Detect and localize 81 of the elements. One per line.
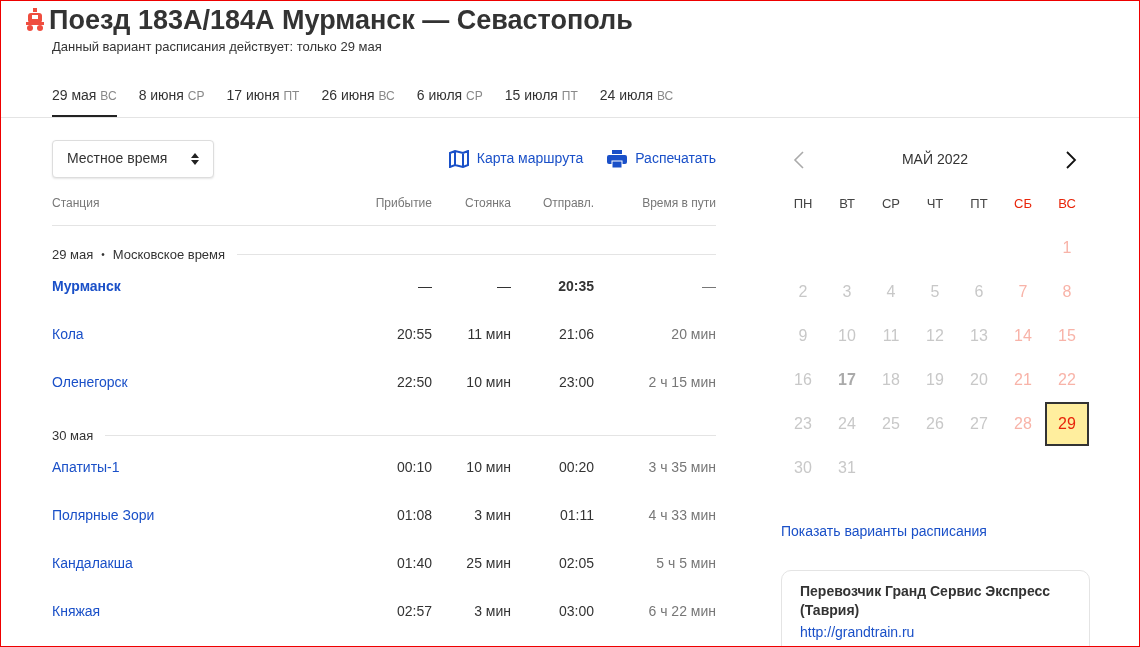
date-tab[interactable]: 17 июня ПТ bbox=[226, 84, 300, 117]
column-header: Станция bbox=[52, 195, 100, 210]
weekday-label: ЧТ bbox=[926, 194, 944, 213]
carrier-name: Перевозчик Гранд Сервис Экспресс (Таврия) bbox=[800, 581, 1052, 620]
calendar-day[interactable]: 17 bbox=[825, 357, 869, 402]
time-select[interactable]: Местное время bbox=[52, 139, 214, 178]
page-title: Поезд 183А/184А Мурманск — Севастополь bbox=[49, 4, 633, 37]
month-title: МАЙ 2022 bbox=[901, 149, 969, 169]
station-link[interactable]: Кандалакша bbox=[52, 555, 133, 571]
date-tab[interactable]: 26 июня ВС bbox=[321, 84, 395, 117]
calendar-day[interactable]: 22 bbox=[1045, 357, 1089, 402]
station-link[interactable]: Мурманск bbox=[52, 278, 121, 294]
weekday-label: ПН bbox=[793, 194, 813, 213]
travel-time: 2 ч 15 мин bbox=[648, 374, 716, 390]
station-link[interactable]: Кола bbox=[52, 326, 84, 342]
date-tab[interactable]: 15 июля ПТ bbox=[504, 84, 578, 117]
next-month-button[interactable] bbox=[1065, 149, 1077, 170]
arrival-time: 01:08 bbox=[396, 507, 432, 523]
travel-time: 3 ч 35 мин bbox=[648, 459, 716, 475]
stop-duration: 3 мин bbox=[474, 603, 511, 619]
column-header: Отправл. bbox=[542, 195, 594, 210]
travel-time: 5 ч 5 мин bbox=[656, 555, 716, 571]
weekday-label: ПТ bbox=[970, 194, 988, 213]
map-icon bbox=[448, 149, 469, 168]
separator-dot: • bbox=[101, 248, 105, 262]
date-tab[interactable]: 6 июля СР bbox=[416, 84, 483, 117]
column-header: Прибытие bbox=[375, 195, 432, 210]
arrival-time: 01:40 bbox=[396, 555, 432, 571]
weekday-label: СР bbox=[881, 194, 901, 213]
stop-duration: — bbox=[497, 278, 511, 294]
date-label: 30 мая bbox=[52, 426, 94, 445]
calendar-day[interactable]: 28 bbox=[1001, 401, 1045, 446]
route-map-link[interactable]: Карта маршрута bbox=[476, 148, 584, 169]
calendar-day[interactable]: 8 bbox=[1045, 269, 1089, 314]
stop-duration: 25 мин bbox=[466, 555, 511, 571]
stop-duration: 3 мин bbox=[474, 507, 511, 523]
date-tab[interactable]: 8 июня СР bbox=[138, 84, 205, 117]
print-link[interactable]: Распечатать bbox=[635, 148, 716, 169]
carrier-link[interactable]: http://grandtrain.ru bbox=[800, 623, 915, 640]
travel-time: 4 ч 33 мин bbox=[648, 507, 716, 523]
date-tab[interactable]: 24 июля ВС bbox=[599, 84, 674, 117]
weekday-label: СБ bbox=[1014, 194, 1032, 213]
arrival-time: 22:50 bbox=[396, 374, 432, 390]
date-tab[interactable]: 29 мая ВС bbox=[52, 84, 117, 117]
travel-time: — bbox=[702, 278, 716, 294]
calendar-day[interactable]: 15 bbox=[1045, 313, 1089, 358]
calendar-day[interactable]: 29 bbox=[1045, 401, 1089, 446]
arrival-time: 02:57 bbox=[396, 603, 432, 619]
station-link[interactable]: Полярные Зори bbox=[52, 507, 155, 523]
arrival-time: — bbox=[418, 278, 432, 294]
departure-time: 03:00 bbox=[558, 603, 594, 619]
station-link[interactable]: Княжая bbox=[52, 603, 101, 619]
stop-duration: 10 мин bbox=[466, 459, 511, 475]
weekday-label: ВС bbox=[1058, 194, 1076, 213]
schedule-variants-link[interactable]: Показать варианты расписания bbox=[781, 520, 987, 542]
calendar-day[interactable]: 1 bbox=[1045, 225, 1089, 270]
departure-time: 00:20 bbox=[558, 459, 594, 475]
station-link[interactable]: Оленегорск bbox=[52, 374, 128, 390]
arrival-time: 20:55 bbox=[396, 326, 432, 342]
column-header: Время в пути bbox=[642, 195, 716, 210]
departure-time: 20:35 bbox=[558, 278, 594, 294]
stop-duration: 11 мин bbox=[467, 326, 511, 342]
travel-time: 20 мин bbox=[671, 326, 716, 342]
date-label: 29 мая bbox=[52, 245, 94, 264]
station-link[interactable]: Апатиты-1 bbox=[52, 459, 120, 475]
calendar-day[interactable]: 21 bbox=[1001, 357, 1045, 402]
weekday-label: ВТ bbox=[839, 194, 855, 213]
stop-duration: 10 мин bbox=[466, 374, 511, 390]
timezone-label: Московское время bbox=[112, 245, 226, 264]
calendar-day[interactable]: 7 bbox=[1001, 269, 1045, 314]
departure-time: 23:00 bbox=[558, 374, 594, 390]
departure-time: 02:05 bbox=[558, 555, 594, 571]
printer-icon bbox=[607, 149, 628, 168]
travel-time: 6 ч 22 мин bbox=[648, 603, 716, 619]
train-icon bbox=[25, 8, 45, 32]
schedule-note: Данный вариант расписания действует: только 29 мая bbox=[52, 38, 383, 56]
column-header: Стоянка bbox=[465, 195, 511, 210]
departure-time: 01:11 bbox=[560, 507, 594, 523]
arrival-time: 00:10 bbox=[396, 459, 432, 475]
departure-time: 21:06 bbox=[558, 326, 594, 342]
calendar-day[interactable]: 14 bbox=[1001, 313, 1045, 358]
